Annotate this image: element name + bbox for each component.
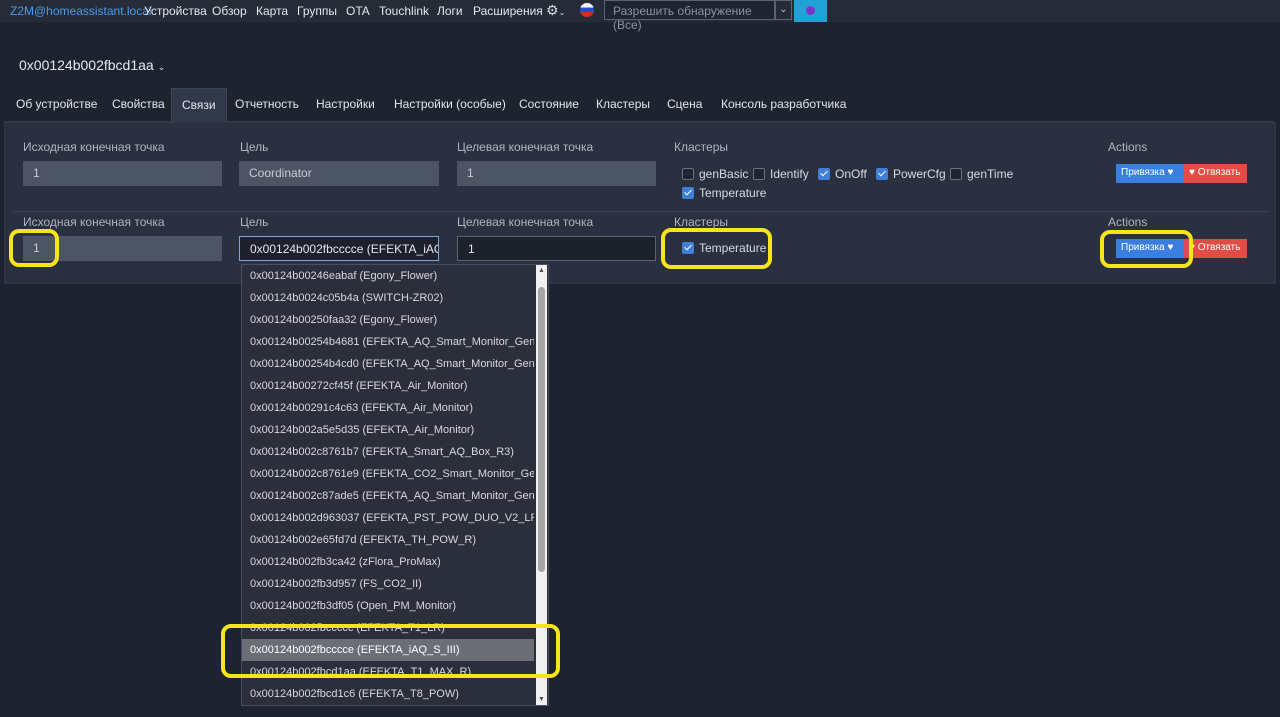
dropdown-option[interactable]: 0x00124b002c8761e9 (EFEKTA_CO2_Smart_Mon… [242,463,534,485]
target-dropdown-list: 0x00124b00246eabaf (Egony_Flower) 0x00124… [241,264,549,706]
dropdown-option[interactable]: 0x00124b002a5e5d35 (EFEKTA_Air_Monitor) [242,419,534,441]
target-endpoint-label: Целевая конечная точка [457,215,594,229]
clusters-label: Кластеры [674,215,728,229]
actions-label: Actions [1108,140,1148,154]
tab-state[interactable]: Состояние [509,88,589,121]
target-label: Цель [240,215,269,229]
device-tabs: Об устройстве Свойства Связи Отчетность … [4,88,1274,122]
gear-icon[interactable]: ⚙⌄ [546,2,565,19]
nav-dashboard[interactable]: Обзор [212,4,247,18]
checkbox-icon [753,168,765,180]
checkbox-checked-icon [682,242,694,254]
checkbox-checked-icon [876,168,888,180]
dropdown-option[interactable]: 0x00124b002fb3ca42 (zFlora_ProMax) [242,551,534,573]
heart-broken-icon: ♥ [1189,167,1195,178]
language-flag-icon[interactable] [580,3,594,17]
dropdown-option[interactable]: 0x00124b00250faa32 (Egony_Flower) [242,309,534,331]
cluster-checkbox-temperature[interactable]: Temperature [682,241,766,255]
theme-icon [806,6,815,15]
dropdown-option[interactable]: 0x00124b00291c4c63 (EFEKTA_Air_Monitor) [242,397,534,419]
chevron-down-icon[interactable]: ⌄ [775,0,792,20]
checkbox-checked-icon [818,168,830,180]
dropdown-option[interactable]: 0x00124b002fbccccc (EFEKTA_T1_LR) [242,617,534,639]
target-endpoint-select[interactable]: 1 [457,161,656,186]
checkbox-icon [950,168,962,180]
tab-exposes[interactable]: Свойства [102,88,175,121]
dropdown-scrollbar[interactable]: ▲ ▼ [536,265,547,705]
dropdown-option[interactable]: 0x00124b00246eabaf (Egony_Flower) [242,265,534,287]
tab-clusters[interactable]: Кластеры [586,88,660,121]
dropdown-option[interactable]: 0x00124b002fb3d957 (FS_CO2_II) [242,573,534,595]
nav-extensions[interactable]: Расширения [473,4,543,18]
nav-map[interactable]: Карта [256,4,288,18]
nav-ota[interactable]: OTA [346,4,370,18]
dropdown-option[interactable]: 0x00124b002e65fd7d (EFEKTA_TH_POW_R) [242,529,534,551]
dropdown-option[interactable]: 0x00124b002c87ade5 (EFEKTA_AQ_Smart_Moni… [242,485,534,507]
tab-bind[interactable]: Связи [171,88,227,121]
clusters-label: Кластеры [674,140,728,154]
tab-reporting[interactable]: Отчетность [225,88,309,121]
bind-button[interactable]: Привязка ♥ [1116,164,1184,183]
dropdown-option[interactable]: 0x00124b00254b4cd0 (EFEKTA_AQ_Smart_Moni… [242,353,534,375]
target-label: Цель [240,140,269,154]
device-title: 0x00124b002fbcd1aa [19,57,154,73]
cluster-checkbox-identify[interactable]: Identify [753,167,809,181]
nav-touchlink[interactable]: Touchlink [379,4,429,18]
unbind-button[interactable]: ♥ Отвязать [1184,239,1247,258]
top-navbar: Z2M@homeassistant.local Устройства Обзор… [0,0,1280,32]
scrollbar-thumb[interactable] [538,287,545,572]
chevron-down-icon: ⌄ [157,62,166,72]
scroll-down-icon[interactable]: ▼ [538,696,545,703]
bind-button[interactable]: Привязка ♥ [1116,239,1184,258]
tab-about[interactable]: Об устройстве [6,88,107,121]
target-select[interactable]: Coordinator [239,161,439,186]
dropdown-option[interactable]: 0x00124b002d963037 (EFEKTA_PST_POW_DUO_V… [242,507,534,529]
nav-logs[interactable]: Логи [437,4,463,18]
heart-icon: ♥ [1167,167,1174,178]
heart-icon: ♥ [1167,242,1174,253]
bindings-panel: Исходная конечная точка Цель Целевая кон… [4,122,1276,284]
dropdown-option[interactable]: 0x00124b0024c05b4a (SWITCH-ZR02) [242,287,534,309]
brand-link[interactable]: Z2M@homeassistant.local [10,4,152,18]
cluster-checkbox-onoff[interactable]: OnOff [818,167,867,181]
cluster-checkbox-powercfg[interactable]: PowerCfg [876,167,946,181]
nav-devices[interactable]: Устройства [144,4,207,18]
dropdown-option[interactable]: 0x00124b002fbcccce (EFEKTA_iAQ_S_III) [242,639,534,661]
checkbox-checked-icon [682,187,694,199]
source-endpoint-label: Исходная конечная точка [23,215,165,229]
target-endpoint-label: Целевая конечная точка [457,140,594,154]
source-endpoint-select[interactable]: 1 [23,236,222,261]
scroll-up-icon[interactable]: ▲ [538,267,545,274]
dropdown-option[interactable]: 0x00124b002fbcd1c6 (EFEKTA_T8_POW) [242,683,534,705]
dropdown-option[interactable]: 0x00124b002fb3df05 (Open_PM_Monitor) [242,595,534,617]
cluster-checkbox-gentime[interactable]: genTime [950,167,1013,181]
permit-join-button[interactable]: Разрешить обнаружение (Все) [604,0,775,32]
heart-broken-icon: ♥ [1189,242,1195,253]
row-divider [13,211,1268,212]
target-select[interactable]: 0x00124b002fbcccce (EFEKTA_iAQ_S_III) [239,236,439,261]
source-endpoint-label: Исходная конечная точка [23,140,165,154]
target-endpoint-select[interactable]: 1 [457,236,656,261]
tab-dev-console[interactable]: Консоль разработчика [711,88,856,121]
nav-groups[interactable]: Группы [297,4,337,18]
unbind-button[interactable]: ♥ Отвязать [1184,164,1247,183]
dropdown-option[interactable]: 0x00124b00272cf45f (EFEKTA_Air_Monitor) [242,375,534,397]
cluster-checkbox-genbasic[interactable]: genBasic [682,167,748,181]
dropdown-option[interactable]: 0x00124b002c8761b7 (EFEKTA_Smart_AQ_Box_… [242,441,534,463]
dropdown-option[interactable]: 0x00124b002fbcd1aa (EFEKTA_T1_MAX_R) [242,661,534,683]
theme-toggle-button[interactable] [794,0,827,22]
cluster-checkbox-temperature[interactable]: Temperature [682,186,766,200]
checkbox-icon [682,168,694,180]
dropdown-option[interactable]: 0x00124b00254b4681 (EFEKTA_AQ_Smart_Moni… [242,331,534,353]
tab-scene[interactable]: Сцена [657,88,712,121]
source-endpoint-select[interactable]: 1 [23,161,222,186]
actions-label: Actions [1108,215,1148,229]
tab-settings[interactable]: Настройки [306,88,385,121]
tab-settings-specific[interactable]: Настройки (особые) [384,88,516,121]
device-selector[interactable]: 0x00124b002fbcd1aa ⌄ [19,57,165,73]
